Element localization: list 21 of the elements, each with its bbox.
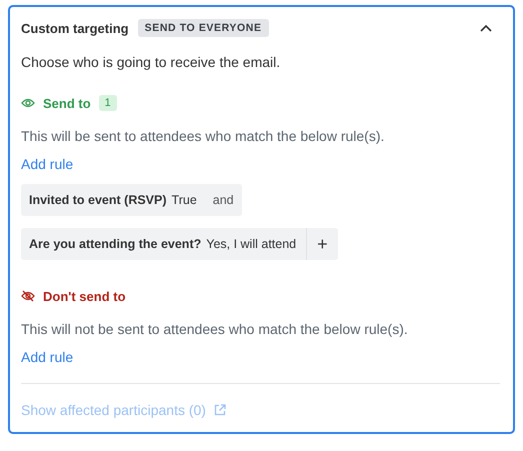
section-label: Don't send to (43, 288, 126, 304)
rule-chip[interactable]: Are you attending the event? Yes, I will attend + (21, 228, 338, 260)
intro-text: Choose who is going to receive the email. (21, 54, 282, 70)
card-title: Custom targeting (21, 20, 129, 36)
rule-value: True (172, 193, 198, 207)
section-label: Send to (43, 96, 91, 110)
rule-chip[interactable]: Invited to event (RSVP) True and (21, 184, 242, 216)
rule-field: Are you attending the event? (29, 237, 202, 251)
chevron-icon[interactable] (480, 24, 492, 32)
rule-value: Yes, I will attend (206, 237, 298, 251)
status-badge: SEND TO EVERYONE (138, 19, 269, 37)
external-link-icon (214, 404, 226, 416)
rule-field: Invited to event (RSVP) (29, 193, 167, 207)
section-description: This will not be sent to attendees who match the below rule(s). (21, 321, 409, 337)
add-rule-link[interactable]: Add rule (21, 156, 74, 172)
hidden-eye-icon (21, 290, 35, 302)
rule-count: 1 (98, 95, 117, 111)
section-description: This will be sent to attendees who match the below rule(s). (21, 128, 386, 144)
add-rule-link[interactable]: Add rule (21, 349, 74, 365)
rule-connector: and (212, 193, 235, 207)
eye-icon (21, 98, 35, 108)
